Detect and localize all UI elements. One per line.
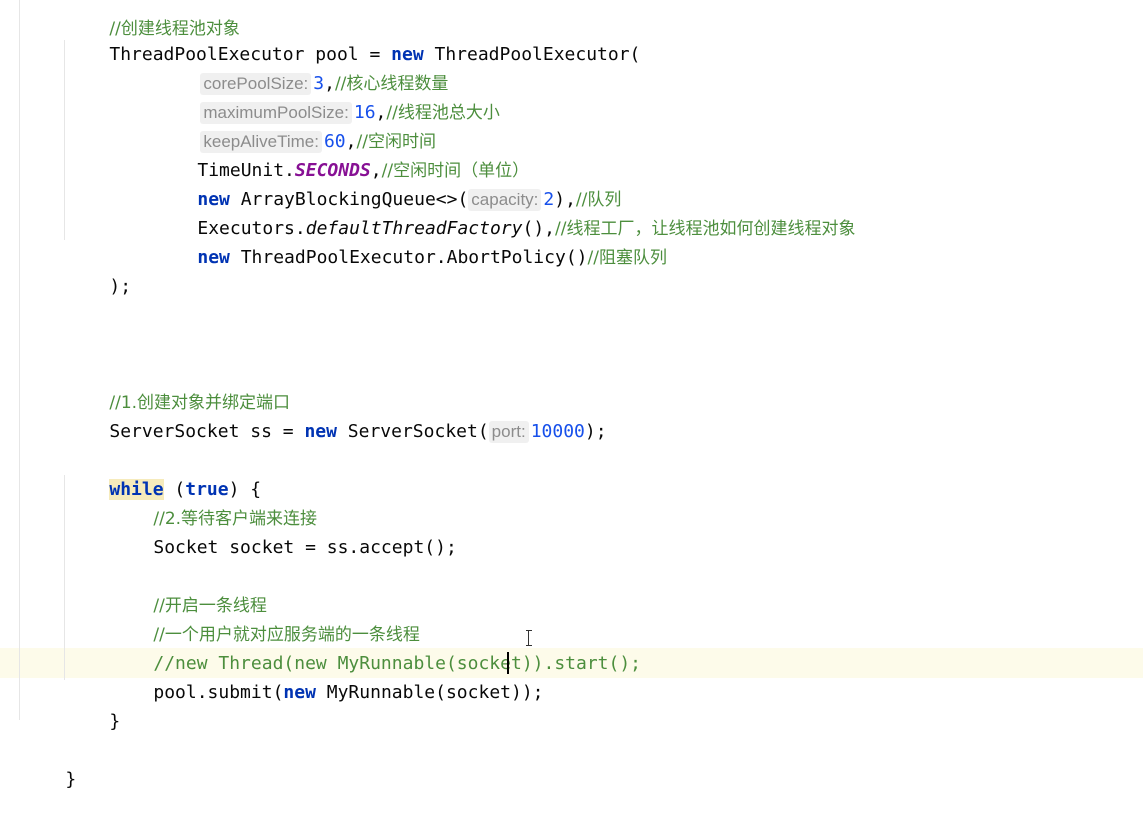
code-line[interactable]: //开启一条线程 xyxy=(110,562,266,616)
code-line-current[interactable]: pool.submit(new MyRunnable(socket)); xyxy=(110,649,543,703)
code-line[interactable]: //new Thread(new MyRunnable(socket)).sta… xyxy=(110,620,641,674)
code-text: pool.submit( xyxy=(153,682,284,703)
code-text: Socket socket = ss.accept(); xyxy=(153,537,457,558)
closing-brace: } xyxy=(109,711,121,732)
text-caret xyxy=(507,652,509,674)
code-line[interactable]: } xyxy=(22,736,76,790)
code-text: ); xyxy=(584,421,607,442)
code-line[interactable]: //一个用户就对应服务端的一条线程 xyxy=(110,591,419,645)
code-line[interactable]: new ThreadPoolExecutor.AbortPolicy()//阻塞… xyxy=(154,214,667,268)
code-line[interactable]: ); xyxy=(66,243,131,297)
code-line[interactable]: keepAliveTime: 60,//空闲时间 xyxy=(157,98,436,153)
code-line[interactable]: //2.等待客户端来连接 xyxy=(110,475,317,529)
code-line[interactable]: maximumPoolSize: 16,//线程池总大小 xyxy=(157,69,500,124)
code-line[interactable]: Executors.defaultThreadFactory(),//线程工厂，… xyxy=(154,185,855,239)
code-text: MyRunnable(socket)); xyxy=(315,682,544,703)
indent-guide xyxy=(64,40,65,240)
code-line[interactable]: corePoolSize: 3,//核心线程数量 xyxy=(157,40,448,95)
code-line[interactable]: new ArrayBlockingQueue<>(capacity: 2),//队… xyxy=(154,156,621,211)
mouse-ibeam-cursor-icon xyxy=(526,630,532,646)
code-line[interactable]: TimeUnit.SECONDS,//空闲时间（单位） xyxy=(154,127,529,181)
code-text: ThreadPoolExecutor( xyxy=(423,44,641,65)
number-literal: 10000 xyxy=(530,421,585,442)
code-line[interactable]: //1.创建对象并绑定端口 xyxy=(66,359,290,413)
code-text: ThreadPoolExecutor.AbortPolicy() xyxy=(229,247,588,268)
code-line[interactable]: Socket socket = ss.accept(); xyxy=(110,504,456,558)
code-text: ServerSocket ss = xyxy=(109,421,305,442)
code-line[interactable]: while (true) { xyxy=(66,446,261,500)
code-line[interactable]: ServerSocket ss = new ServerSocket(port:… xyxy=(66,388,607,443)
keyword-new: new xyxy=(197,247,230,268)
code-line[interactable]: } xyxy=(66,678,120,732)
parameter-hint: port: xyxy=(488,421,529,443)
keyword-new: new xyxy=(304,421,337,442)
indent-guide xyxy=(19,0,20,720)
keyword-new: new xyxy=(283,682,316,703)
code-editor[interactable]: //创建线程池对象 ThreadPoolExecutor pool = new … xyxy=(0,0,1143,834)
code-line[interactable]: ThreadPoolExecutor pool = new ThreadPool… xyxy=(66,11,640,65)
code-text: ); xyxy=(109,276,132,297)
code-text: ServerSocket( xyxy=(336,421,489,442)
comment: //阻塞队列 xyxy=(587,248,667,268)
indent-guide xyxy=(64,475,65,680)
closing-brace: } xyxy=(65,769,77,790)
